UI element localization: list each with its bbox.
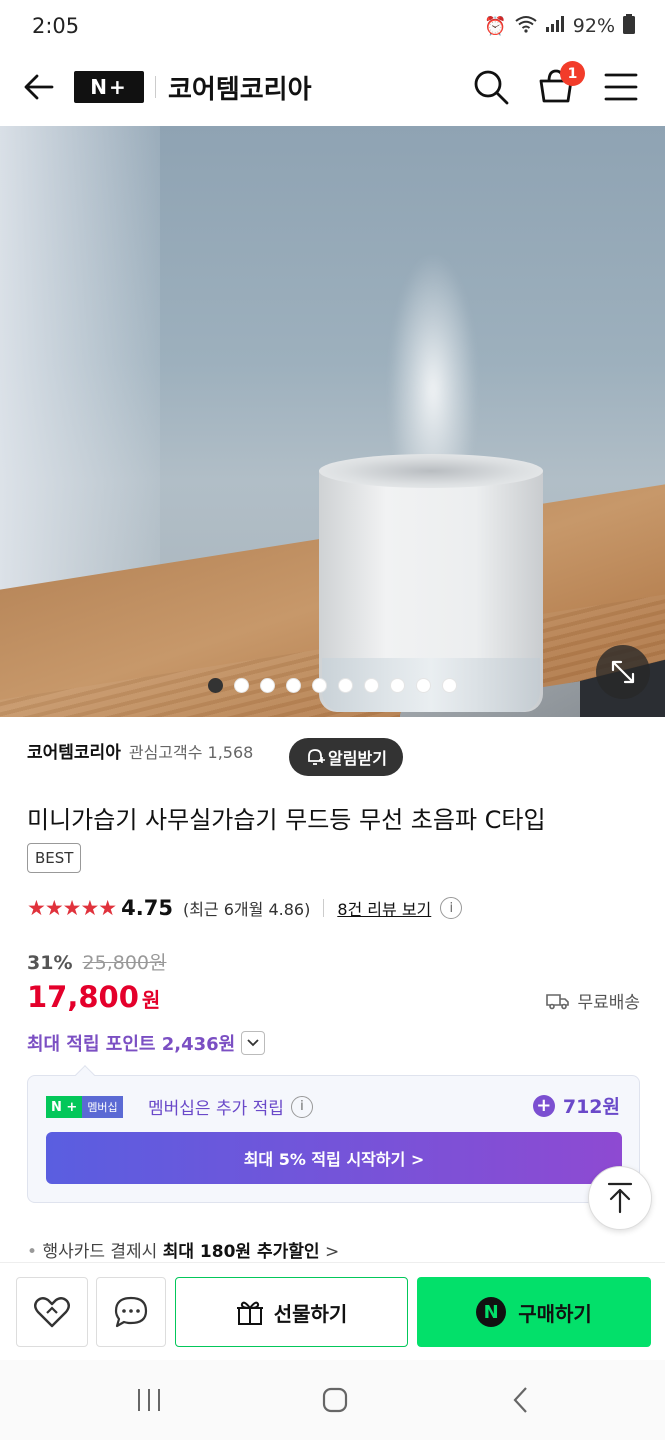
discount-rate: 31% — [27, 952, 73, 974]
alarm-icon: ⏰ — [484, 15, 507, 37]
info-icon[interactable]: i — [440, 897, 463, 919]
status-icons: ⏰ 92% — [484, 13, 635, 39]
gift-icon — [236, 1301, 263, 1325]
chat-button[interactable] — [96, 1277, 166, 1347]
gift-button[interactable]: 선물하기 — [175, 1277, 408, 1347]
shipping-label: 무료배송 — [577, 993, 640, 1013]
recent-rating: (최근 6개월 4.86) — [182, 900, 311, 919]
bottom-action-bar: 선물하기 N 구매하기 — [0, 1262, 665, 1360]
review-link[interactable]: 8건 리뷰 보기 — [337, 896, 431, 920]
sale-price: 17,800 원 — [27, 980, 160, 1014]
status-time: 2:05 — [32, 14, 80, 38]
arrow-up-icon — [607, 1182, 633, 1214]
battery-icon — [623, 13, 635, 39]
plus-icon: + — [532, 1094, 555, 1117]
buy-label: 구매하기 — [518, 1301, 592, 1326]
heart-icon — [34, 1297, 70, 1328]
back-nav-icon[interactable] — [501, 1382, 541, 1418]
cart-count-badge: 1 — [560, 61, 585, 86]
naver-plus-membership-logo: N + 멤버십 — [46, 1096, 123, 1118]
membership-info-icon[interactable]: i — [290, 1095, 313, 1118]
membership-extra-points: + 712원 — [532, 1092, 620, 1119]
price-number: 17,800 — [27, 980, 139, 1014]
gallery-dot[interactable] — [416, 678, 431, 693]
best-badge: BEST — [27, 843, 82, 873]
gift-label: 선물하기 — [273, 1301, 348, 1326]
recent-apps-icon[interactable] — [129, 1382, 169, 1418]
store-info: 코어템코리아 관심고객수 1,568 — [27, 738, 254, 764]
status-bar: 2:05 ⏰ 92% — [0, 0, 665, 52]
home-icon[interactable] — [315, 1382, 355, 1418]
battery-percent: 92% — [572, 15, 615, 37]
wifi-icon — [515, 15, 537, 38]
shipping-info: 무료배송 — [546, 988, 640, 1013]
gallery-dot[interactable] — [364, 678, 379, 693]
chevron-down-icon[interactable] — [241, 1031, 266, 1055]
system-nav-bar — [0, 1360, 665, 1440]
rating-score: 4.75 — [121, 896, 173, 920]
scroll-to-top-button[interactable] — [588, 1166, 652, 1230]
back-arrow-icon[interactable] — [22, 70, 56, 104]
mist — [388, 252, 478, 482]
gallery-dot[interactable] — [390, 678, 405, 693]
gallery-dot[interactable] — [312, 678, 327, 693]
store-name[interactable]: 코어템코리아 — [27, 738, 121, 763]
expand-icon[interactable] — [596, 645, 650, 699]
max-points[interactable]: 최대 적립 포인트 2,436원 — [27, 1030, 266, 1056]
followers-count: 관심고객수 1,568 — [128, 742, 254, 762]
rating-row: ★★★★★ 4.75 (최근 6개월 4.86) 8건 리뷰 보기 i — [27, 896, 463, 920]
like-button[interactable] — [16, 1277, 88, 1347]
naver-pay-icon: N — [476, 1297, 507, 1327]
original-price: 25,800원 — [82, 952, 167, 974]
header-divider — [155, 76, 156, 98]
membership-text: 멤버십은 추가 적립 i — [148, 1094, 313, 1119]
start-membership-button[interactable]: 최대 5% 적립 시작하기 > — [46, 1132, 622, 1184]
gallery-indicator — [208, 678, 457, 693]
bell-plus-icon — [308, 749, 326, 765]
signal-icon — [545, 15, 565, 37]
card-promo[interactable]: • 행사카드 결제시 최대 180원 추가할인 > — [27, 1237, 339, 1262]
gallery-dot[interactable] — [286, 678, 301, 693]
discount-line: 31% 25,800원 — [27, 948, 167, 975]
app-header: N+ 코어템코리아 1 — [0, 56, 665, 118]
store-title[interactable]: 코어템코리아 — [168, 69, 312, 106]
menu-icon[interactable] — [604, 72, 638, 102]
gallery-dot[interactable] — [442, 678, 457, 693]
points-label: 최대 적립 포인트 2,436원 — [27, 1034, 236, 1055]
naver-plus-logo[interactable]: N+ — [74, 71, 144, 103]
price-unit: 원 — [141, 988, 161, 1012]
gallery-dot[interactable] — [260, 678, 275, 693]
chat-icon — [114, 1296, 148, 1328]
gallery-dot[interactable] — [234, 678, 249, 693]
star-rating-icon: ★★★★★ — [27, 896, 117, 920]
gallery-dot[interactable] — [338, 678, 353, 693]
alarm-button[interactable]: 알림받기 — [289, 738, 403, 776]
alarm-label: 알림받기 — [328, 749, 387, 768]
gallery-dot[interactable] — [208, 678, 223, 693]
product-title: 미니가습기 사무실가습기 무드등 무선 초음파 C타입 — [27, 806, 546, 834]
membership-box: N + 멤버십 멤버십은 추가 적립 i + 712원 최대 5% 적립 시작하… — [27, 1065, 640, 1203]
truck-icon — [546, 993, 570, 1009]
buy-button[interactable]: N 구매하기 — [417, 1277, 651, 1347]
search-icon[interactable] — [472, 68, 510, 106]
product-image[interactable] — [0, 126, 665, 717]
